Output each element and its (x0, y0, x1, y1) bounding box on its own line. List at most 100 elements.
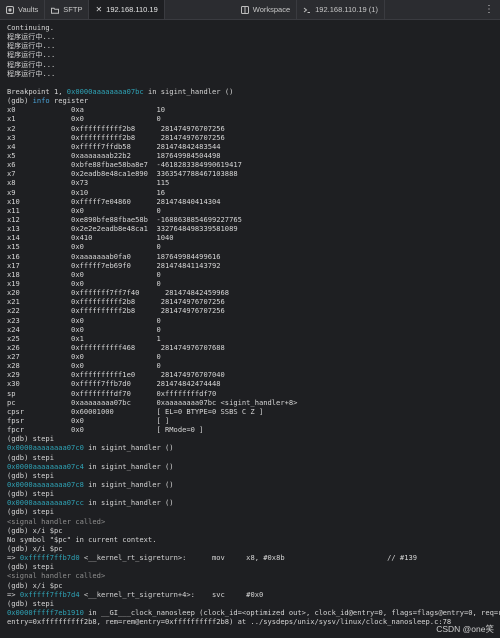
terminal-line: (gdb) stepi (7, 434, 500, 443)
terminal-text: in sigint_handler () (83, 498, 174, 508)
terminal-line: x26 0xffffffffff468 281474976707688 (7, 343, 500, 352)
terminal-text: x4 0xfffff7ffdb58 281474842483544 (7, 141, 221, 151)
terminal-line: x22 0xffffffffff2b8 281474976707256 (7, 306, 500, 315)
terminal-line: x17 0xfffff7eb69f0 281474841143792 (7, 261, 500, 270)
terminal-line: x24 0x0 0 (7, 325, 500, 334)
terminal-text: x2 0xffffffffff2b8 281474976707256 (7, 123, 225, 133)
terminal-line: cpsr 0x60001000 [ EL=0 BTYPE=0 SSBS C Z … (7, 407, 500, 416)
tab-label: Workspace (252, 5, 291, 14)
dim-text: <signal handler called> (7, 516, 106, 526)
terminal-text: <__kernel_rt_sigreturn+4>: svc #0x0 (79, 589, 264, 599)
terminal-text: x20 0xfffffff7ff7f40 281474842459968 (7, 288, 230, 298)
terminal-text: x12 0xe890bfe88fbae58b -1688638854699227… (7, 214, 242, 224)
terminal-text: fpcr 0x0 [ RMode=0 ] (7, 425, 204, 435)
terminal-text: 程序运行中... (7, 68, 56, 78)
terminal-text: pc 0xaaaaaaaa07bc 0xaaaaaaaa07bc <sigint… (7, 397, 298, 407)
terminal-line: x9 0x10 16 (7, 188, 500, 197)
tab-192-168-110-19[interactable]: ✕ 192.168.110.19 (89, 0, 165, 19)
terminal-line: x27 0x0 0 (7, 352, 500, 361)
terminal-line: Breakpoint 1, 0x0000aaaaaaaa07bc in sigi… (7, 87, 500, 96)
more-icon[interactable]: ⋮ (484, 4, 494, 15)
tab-bar: Vaults SFTP ✕ 192.168.110.19 Workspace 1… (0, 0, 500, 20)
tab-label: SFTP (63, 5, 83, 14)
terminal-line: 程序运行中... (7, 32, 500, 41)
address-text: 0xfffff7ffb7d0 (19, 553, 80, 563)
terminal-line: 程序运行中... (7, 60, 500, 69)
address-text: 0x0000aaaaaaaa07bc (66, 86, 144, 96)
terminal-line: x10 0xfffff7e04860 281474840414304 (7, 197, 500, 206)
vault-icon (6, 5, 14, 14)
close-icon[interactable]: ✕ (95, 5, 102, 14)
terminal-line: x12 0xe890bfe88fbae58b -1688638854699227… (7, 215, 500, 224)
terminal-text: x14 0x410 1040 (7, 233, 174, 243)
terminal-text: x18 0x0 0 (7, 269, 161, 279)
tab-actions: ⋮ (484, 4, 500, 15)
terminal-line: x28 0x0 0 (7, 361, 500, 370)
terminal-text: x25 0x1 1 (7, 333, 161, 343)
terminal-text: x23 0x0 0 (7, 315, 161, 325)
terminal-text: 程序运行中... (7, 50, 56, 60)
terminal-text: => (7, 589, 20, 599)
terminal-text: 程序运行中... (7, 32, 56, 42)
terminal-line: (gdb) stepi (7, 471, 500, 480)
terminal-text: x28 0x0 0 (7, 361, 161, 371)
terminal-text: x11 0x0 0 (7, 205, 161, 215)
terminal-line: (gdb) x/i $pc (7, 526, 500, 535)
terminal-line: x5 0xaaaaaaab22b2 187649984504498 (7, 151, 500, 160)
terminal-icon (303, 6, 311, 14)
terminal-text: x8 0x73 115 (7, 178, 170, 188)
terminal-line: x11 0x0 0 (7, 206, 500, 215)
terminal-line: entry=0xffffffffff2b8, rem=rem@entry=0xf… (7, 617, 500, 626)
address-text: 0x0000fffff7eb1910 (7, 608, 84, 617)
terminal-text: x3 0xffffffffff2b8 281474976707256 (7, 132, 225, 142)
terminal-line: 0x0000aaaaaaaa07c8 in sigint_handler () (7, 480, 500, 489)
terminal-text: (gdb) stepi (7, 470, 54, 480)
terminal-text: x1 0x0 0 (7, 114, 161, 124)
terminal-text: in sigint_handler () (143, 86, 234, 96)
tab-label: Vaults (18, 5, 39, 14)
terminal-line: x30 0xfffff7ffb7d0 281474842474448 (7, 379, 500, 388)
terminal-line: => 0xfffff7ffb7d4 <__kernel_rt_sigreturn… (7, 590, 500, 599)
tab-vaults[interactable]: Vaults (0, 0, 46, 19)
tab-192-168-110-19-1[interactable]: 192.168.110.19 (1) (297, 0, 385, 19)
terminal-text: x6 0xbfe88fbae58ba8e7 -46182833849906194… (7, 160, 242, 170)
terminal-text: x21 0xffffffffff2b8 281474976707256 (7, 297, 225, 307)
terminal-line: 0x0000aaaaaaaa07c0 in sigint_handler () (7, 443, 500, 452)
terminal-line: 0x0000aaaaaaaa07c4 in sigint_handler () (7, 462, 500, 471)
terminal-line: x19 0x0 0 (7, 279, 500, 288)
terminal-text: => (7, 553, 20, 563)
tab-workspace[interactable]: Workspace (235, 0, 298, 19)
terminal-text: (gdb) stepi (7, 489, 54, 499)
terminal-text: x30 0xfffff7ffb7d0 281474842474448 (7, 379, 221, 389)
terminal-text: Breakpoint 1, (7, 86, 67, 96)
terminal-text: (gdb) x/i $pc (7, 525, 63, 535)
terminal-text: x22 0xffffffffff2b8 281474976707256 (7, 306, 225, 316)
terminal-text: x10 0xfffff7e04860 281474840414304 (7, 196, 221, 206)
tab-sftp[interactable]: SFTP (45, 0, 90, 19)
terminal-line: (gdb) stepi (7, 489, 500, 498)
terminal-line: x16 0xaaaaaaab0fa0 187649984499616 (7, 252, 500, 261)
terminal-line: 程序运行中... (7, 69, 500, 78)
terminal-line: x29 0xffffffffff1e0 281474976707040 (7, 370, 500, 379)
terminal-text: cpsr 0x60001000 [ EL=0 BTYPE=0 SSBS C Z … (7, 406, 264, 416)
terminal-line: sp 0xffffffffdf70 0xffffffffdf70 (7, 389, 500, 398)
terminal-line: x1 0x0 0 (7, 114, 500, 123)
address-text: 0x0000aaaaaaaa07c4 (7, 461, 84, 471)
terminal-text: x9 0x10 16 (7, 187, 166, 197)
terminal-text: (gdb) (7, 96, 33, 106)
address-text: 0x0000aaaaaaaa07cc (7, 498, 84, 508)
terminal-line: <signal handler called> (7, 571, 500, 580)
watermark: CSDN @one笑 (436, 624, 494, 634)
terminal-text: x13 0x2e2e2eadb8e48ca1 33276484983395810… (7, 224, 238, 234)
terminal-text: 程序运行中... (7, 41, 56, 51)
command-keyword: info (32, 96, 50, 106)
terminal-line: (gdb) info register (7, 96, 500, 105)
terminal-text: entry=0xffffffffff2b8, rem=rem@entry=0xf… (7, 617, 452, 627)
terminal-text: x5 0xaaaaaaab22b2 187649984504498 (7, 150, 221, 160)
terminal-text: (gdb) stepi (7, 598, 54, 608)
terminal-text: register (49, 96, 89, 106)
terminal-line: x7 0x2eadb8e48ca1e890 336354778846710388… (7, 169, 500, 178)
terminal-line: x20 0xfffffff7ff7f40 281474842459968 (7, 288, 500, 297)
terminal-output[interactable]: Continuing. 程序运行中... 程序运行中... 程序运行中... 程序运行中… (0, 23, 500, 638)
